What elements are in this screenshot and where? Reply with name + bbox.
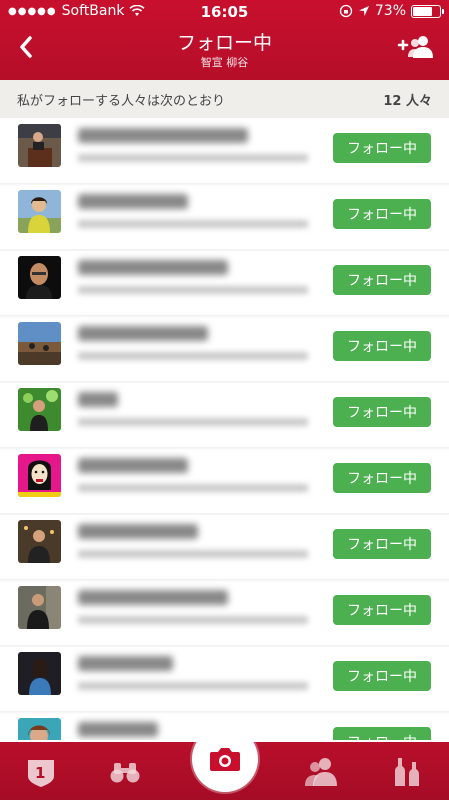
following-list[interactable]: フォロー中 フォロー中 フォロー中 フォロー中 フォロー中 フォロー中 フォロー… [0, 118, 449, 740]
battery-icon [411, 4, 444, 18]
page-title: フォロー中 [176, 32, 272, 54]
avatar[interactable] [18, 652, 61, 695]
following-button[interactable]: フォロー中 [333, 199, 431, 229]
ranking-badge: 1 [35, 764, 45, 782]
avatar[interactable] [18, 454, 61, 497]
following-button[interactable]: フォロー中 [333, 265, 431, 295]
following-button[interactable]: フォロー中 [333, 595, 431, 625]
user-name[interactable] [78, 194, 188, 209]
avatar[interactable] [18, 388, 61, 431]
avatar[interactable] [18, 124, 61, 167]
user-name[interactable] [78, 458, 188, 473]
ranking-icon[interactable]: 1 [24, 754, 58, 788]
list-item[interactable]: フォロー中 [0, 448, 449, 516]
avatar[interactable] [18, 586, 61, 629]
user-meta [78, 550, 308, 558]
user-meta [78, 220, 308, 228]
wine-bottles-icon[interactable] [390, 754, 424, 788]
top-bar: ●●●●● SoftBank 16:05 73% フォロー中 智宣 柳谷 [0, 0, 449, 80]
clock: 16:05 [200, 3, 249, 21]
following-count: 12 人々 [383, 93, 432, 109]
user-name[interactable] [78, 392, 118, 407]
list-item[interactable]: フォロー中 [0, 118, 449, 186]
user-meta [78, 418, 308, 426]
nav-bar: フォロー中 智宣 柳谷 [0, 22, 449, 80]
user-name[interactable] [78, 524, 198, 539]
list-item[interactable]: フォロー中 [0, 316, 449, 384]
list-item[interactable]: フォロー中 [0, 250, 449, 318]
list-item[interactable]: フォロー中 [0, 184, 449, 252]
following-button[interactable]: フォロー中 [333, 463, 431, 493]
user-meta [78, 682, 308, 690]
user-name[interactable] [78, 590, 228, 605]
avatar[interactable] [18, 322, 61, 365]
battery-level [413, 6, 432, 16]
avatar[interactable] [18, 256, 61, 299]
user-name[interactable] [78, 260, 228, 275]
following-button[interactable]: フォロー中 [333, 727, 431, 740]
friends-icon[interactable] [304, 754, 338, 788]
user-meta [78, 484, 308, 492]
summary-header: 私がフォローする人々は次のとおり 12 人々 [0, 80, 449, 118]
user-meta [78, 616, 308, 624]
list-item[interactable]: フォロー中 [0, 580, 449, 648]
user-name[interactable] [78, 128, 248, 143]
user-meta [78, 352, 308, 360]
camera-button[interactable] [192, 726, 258, 792]
status-bar: ●●●●● SoftBank 16:05 73% [0, 0, 449, 22]
user-meta [78, 154, 308, 162]
camera-icon [210, 748, 240, 771]
following-button[interactable]: フォロー中 [333, 331, 431, 361]
avatar[interactable] [18, 718, 61, 740]
user-name[interactable] [78, 656, 173, 671]
list-item[interactable]: フォロー中 [0, 646, 449, 714]
avatar[interactable] [18, 520, 61, 563]
summary-text: 私がフォローする人々は次のとおり [17, 93, 226, 109]
add-user-icon[interactable] [397, 34, 435, 60]
following-button[interactable]: フォロー中 [333, 529, 431, 559]
avatar[interactable] [18, 190, 61, 233]
list-item[interactable]: フォロー中 [0, 382, 449, 450]
page-subtitle: 智宣 柳谷 [200, 56, 249, 69]
binoculars-icon[interactable] [108, 754, 142, 788]
user-name[interactable] [78, 722, 158, 737]
following-button[interactable]: フォロー中 [333, 133, 431, 163]
following-button[interactable]: フォロー中 [333, 397, 431, 427]
list-item[interactable]: フォロー中 [0, 514, 449, 582]
user-name[interactable] [78, 326, 208, 341]
following-button[interactable]: フォロー中 [333, 661, 431, 691]
user-meta [78, 286, 308, 294]
